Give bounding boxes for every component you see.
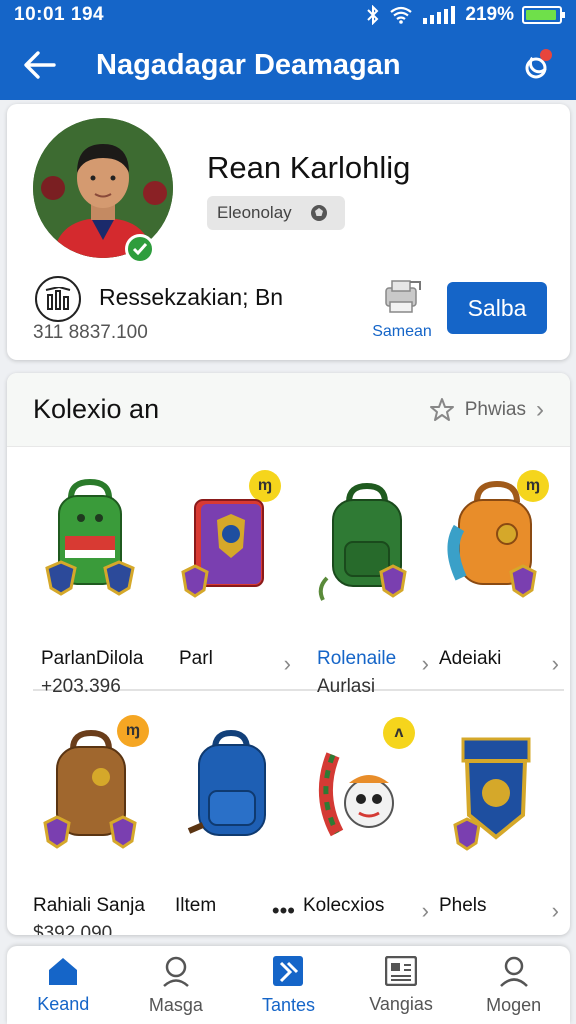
nav-home[interactable]: Keand (7, 946, 120, 1024)
nav-profile-label: Mogen (486, 994, 542, 1015)
backpack-orange-image (447, 480, 537, 598)
nav-search-label: Masga (148, 994, 203, 1015)
backpack-purple-image (181, 499, 264, 598)
share-icon (385, 280, 421, 313)
app-bar: Nagadagar Deamagan (0, 30, 576, 100)
arrow-box-icon (273, 955, 304, 986)
battery-percentage: 219% (465, 4, 514, 25)
nav-tantes[interactable]: Tantes (232, 946, 345, 1024)
verified-badge-icon (125, 234, 155, 264)
profile-card: Rean Karlohlig Eleonolay Ressekzakian; B… (7, 104, 570, 360)
collection-item[interactable]: ɱ Parl › (159, 468, 297, 698)
backpack-green-image (45, 478, 135, 596)
backpack-blue-image (187, 729, 266, 836)
chevron-right-icon: › (536, 395, 544, 423)
collection-header: Kolexio an Phwias › (7, 373, 570, 447)
item-label: ParlanDilola (41, 648, 144, 669)
stats-icon (35, 276, 81, 322)
item-label: Kolecxios (303, 895, 385, 916)
item-label: Adeiaki (439, 648, 502, 669)
collection-title: Kolexio an (33, 394, 160, 424)
back-button[interactable] (0, 30, 80, 100)
nav-profile[interactable]: Mogen (457, 946, 570, 1024)
collection-item[interactable]: ɱ Adeiaki › (427, 468, 565, 698)
nav-search[interactable]: Masga (120, 946, 233, 1024)
nav-tantes-label: Tantes (261, 994, 315, 1015)
nav-news[interactable]: Vangias (345, 946, 458, 1024)
bell-icon (525, 49, 552, 79)
stat-label: Ressekzakian; Bn (99, 284, 284, 310)
collection-action[interactable]: Phwias › (429, 396, 544, 424)
bluetooth-icon (367, 5, 379, 25)
item-label: Rolenaile (317, 648, 397, 669)
profile-name: Rean Karlohlig (207, 150, 411, 185)
scarf-mascot-image (318, 752, 394, 837)
notification-button[interactable] (518, 48, 554, 84)
chevron-right-icon: › (551, 651, 559, 676)
collection-card: Kolexio an Phwias › ParlanDilola +203.39… (7, 373, 570, 935)
save-button[interactable]: Salba (447, 282, 547, 334)
backpack-brown-image (43, 729, 137, 849)
profile-tag[interactable]: Eleonolay (207, 196, 345, 230)
collection-item[interactable]: Rolenaile Aurlasi › (297, 468, 435, 698)
chevron-right-icon: › (283, 651, 291, 676)
club-crest-image (453, 737, 531, 851)
chevron-right-icon: › (551, 898, 559, 923)
bottom-nav: Keand Masga Tantes Vangias Mogen (7, 946, 570, 1024)
page-title: Nagadagar Deamagan (96, 48, 401, 81)
status-bar: 10:01 194 219% (0, 0, 576, 30)
item-price: +203.396 (41, 676, 121, 697)
battery-icon (522, 6, 565, 24)
item-price: $392.090 (33, 923, 113, 935)
item-label: Phels (439, 895, 487, 916)
more-dots-icon[interactable]: ••• (272, 898, 295, 924)
signal-icon (423, 6, 456, 24)
person-icon (499, 956, 528, 987)
nav-home-label: Keand (37, 993, 90, 1014)
collection-item[interactable]: ParlanDilola +203.396 (21, 468, 159, 698)
backpack-darkgreen-image (318, 482, 407, 601)
ball-icon (310, 205, 327, 221)
home-icon (49, 957, 78, 985)
nav-news-label: Vangias (369, 993, 433, 1014)
item-label: Rahiali Sanja (33, 895, 145, 916)
star-icon (429, 397, 454, 421)
collection-item[interactable]: Iltem ••• (159, 715, 297, 935)
share-label: Samean (372, 323, 432, 340)
stat-value: 311 8837.100 (33, 322, 148, 343)
item-subtitle: Aurlasi (317, 676, 376, 697)
profile-tag-label: Eleonolay (217, 203, 292, 222)
share-button[interactable]: Samean (367, 278, 437, 341)
item-label: Iltem (175, 895, 217, 916)
collection-item[interactable]: ʌ Kolecxios › (297, 715, 435, 935)
status-time: 10:01 194 (14, 4, 105, 25)
collection-item[interactable]: ɱ Rahiali Sanja $392.090 (21, 715, 159, 935)
wifi-icon (390, 6, 413, 24)
arrow-left-icon (24, 51, 56, 79)
collection-action-label: Phwias (464, 398, 526, 420)
collection-item[interactable]: Phels › (427, 715, 565, 935)
avatar[interactable] (33, 118, 173, 258)
newspaper-icon (385, 955, 418, 986)
search-icon (163, 956, 189, 987)
item-label: Parl (179, 648, 213, 669)
